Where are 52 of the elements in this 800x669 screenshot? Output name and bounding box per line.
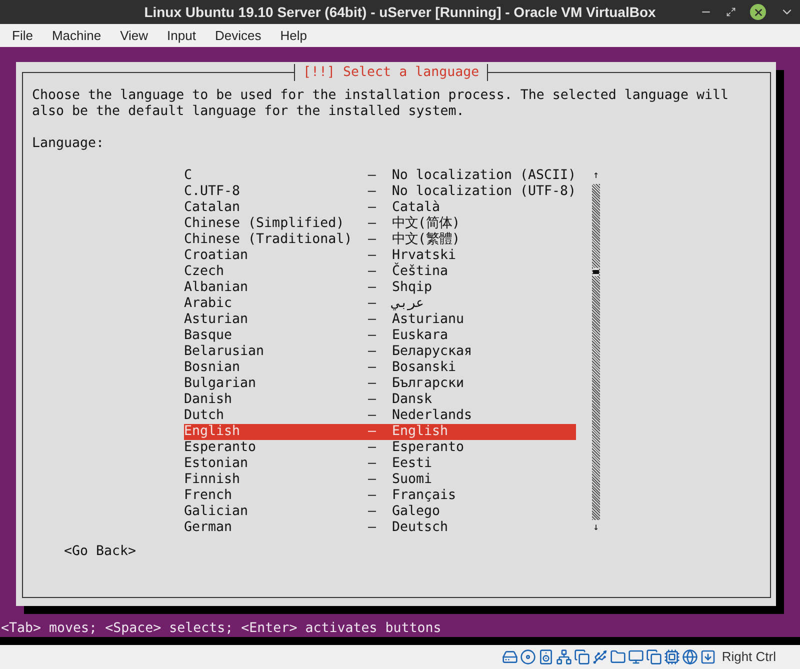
language-option[interactable]: Belarusian – Беларуская xyxy=(184,344,576,360)
screens-icon[interactable] xyxy=(646,649,662,665)
language-option[interactable]: Catalan – Català xyxy=(184,200,576,216)
language-option[interactable]: Asturian – Asturianu xyxy=(184,312,576,328)
language-option[interactable]: Chinese (Simplified) – 中文(简体) xyxy=(184,216,576,232)
language-option[interactable]: Albanian – Shqip xyxy=(184,280,576,296)
language-option[interactable]: C.UTF-8 – No localization (UTF-8) xyxy=(184,184,576,200)
help-line: <Tab> moves; <Space> selects; <Enter> activates buttons xyxy=(0,621,442,637)
go-back-button[interactable]: <Go Back> xyxy=(64,544,136,560)
language-option[interactable]: C – No localization (ASCII) xyxy=(184,168,576,184)
scroll-down-arrow[interactable]: ↓ xyxy=(592,520,600,536)
scroll-up-arrow[interactable]: ↑ xyxy=(592,168,600,184)
menu-item[interactable]: Devices xyxy=(214,26,262,46)
language-option[interactable]: English – English xyxy=(184,424,576,440)
language-option[interactable]: French – Français xyxy=(184,488,576,504)
network-icon[interactable] xyxy=(556,649,572,665)
scrollbar-track[interactable] xyxy=(592,184,600,520)
globe-icon[interactable] xyxy=(682,649,698,665)
menu-item[interactable]: Input xyxy=(167,26,196,46)
speaker-icon[interactable] xyxy=(538,649,554,665)
hard-drive-icon[interactable] xyxy=(502,649,518,665)
scrollbar-thumb[interactable] xyxy=(593,268,599,276)
language-option[interactable]: Danish – Dansk xyxy=(184,392,576,408)
menu-item[interactable]: File xyxy=(12,26,33,46)
folder-icon[interactable] xyxy=(610,649,626,665)
menu-item[interactable]: Help xyxy=(280,26,307,46)
menu-item[interactable]: View xyxy=(120,26,148,46)
chip-icon[interactable] xyxy=(664,649,680,665)
language-option[interactable]: Galician – Galego xyxy=(184,504,576,520)
language-option[interactable]: Dutch – Nederlands xyxy=(184,408,576,424)
language-option[interactable]: Basque – Euskara xyxy=(184,328,576,344)
language-option[interactable]: Czech – Čeština xyxy=(184,264,576,280)
close-icon[interactable] xyxy=(750,4,766,20)
language-option[interactable]: Estonian – Eesti xyxy=(184,456,576,472)
usb-icon[interactable] xyxy=(592,649,608,665)
list-label: Language: xyxy=(32,136,106,152)
language-option[interactable]: Chinese (Traditional) – 中文(繁體) xyxy=(184,232,576,248)
host-key-label: Right Ctrl xyxy=(722,648,776,666)
language-option[interactable]: Croatian – Hrvatski xyxy=(184,248,576,264)
download-icon[interactable] xyxy=(700,649,716,665)
monitor-icon[interactable] xyxy=(628,649,644,665)
language-option[interactable]: Finnish – Suomi xyxy=(184,472,576,488)
language-option[interactable]: Bosnian – Bosanski xyxy=(184,360,576,376)
disc-icon[interactable] xyxy=(520,649,536,665)
menu-item[interactable]: Machine xyxy=(52,26,102,46)
language-option[interactable]: Bulgarian – Български xyxy=(184,376,576,392)
restore-icon[interactable] xyxy=(726,7,736,17)
window-title: Linux Ubuntu 19.10 Server (64bit) - uServer [Running] - Oracle VM VirtualBox xyxy=(144,2,656,22)
instructions-text: Choose the language to be used for the installation process. The selected language will also be the default language for the installed system. xyxy=(32,88,730,120)
language-option[interactable]: Esperanto – Esperanto xyxy=(184,440,576,456)
language-option[interactable]: German – Deutsch xyxy=(184,520,576,536)
dialog-title: [!!] Select a language xyxy=(295,64,488,80)
